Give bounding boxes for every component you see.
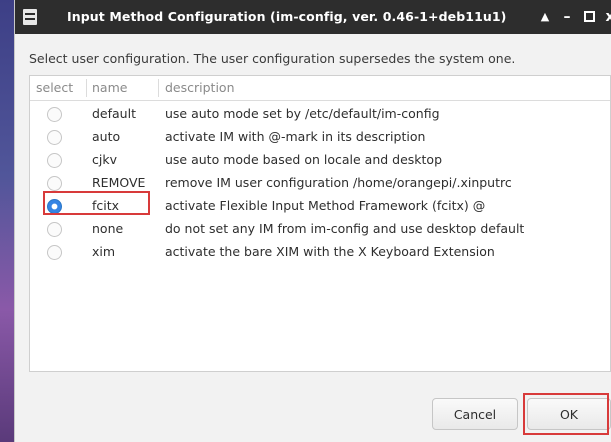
item-description: activate Flexible Input Method Framework…: [165, 198, 486, 213]
item-name: cjkv: [92, 152, 117, 167]
configuration-list[interactable]: select name description default use auto…: [29, 75, 611, 372]
highlight-annotation-fcitx: [43, 191, 150, 215]
window-title: Input Method Configuration (im-config, v…: [67, 9, 507, 24]
item-name: REMOVE: [92, 175, 146, 190]
radio-button[interactable]: [47, 176, 62, 191]
radio-button[interactable]: [47, 130, 62, 145]
highlight-annotation-ok: [523, 393, 609, 435]
minimize-icon[interactable]: –: [557, 7, 577, 27]
item-name: xim: [92, 244, 116, 259]
list-item-none[interactable]: none do not set any IM from im-config an…: [30, 218, 610, 241]
radio-button[interactable]: [47, 245, 62, 260]
list-item-cjkv[interactable]: cjkv use auto mode based on locale and d…: [30, 149, 610, 172]
radio-button[interactable]: [47, 107, 62, 122]
item-description: remove IM user configuration /home/orang…: [165, 175, 512, 190]
list-header: select name description: [30, 76, 610, 101]
column-header-select[interactable]: select: [36, 80, 73, 95]
app-menu-icon[interactable]: [23, 9, 37, 25]
list-item-xim[interactable]: xim activate the bare XIM with the X Key…: [30, 241, 610, 264]
close-icon[interactable]: x: [600, 7, 611, 27]
radio-button[interactable]: [47, 222, 62, 237]
item-name: default: [92, 106, 136, 121]
list-item-auto[interactable]: auto activate IM with @-mark in its desc…: [30, 126, 610, 149]
im-config-dialog: Input Method Configuration (im-config, v…: [14, 0, 611, 442]
item-description: do not set any IM from im-config and use…: [165, 221, 525, 236]
column-header-description[interactable]: description: [165, 80, 235, 95]
item-description: activate the bare XIM with the X Keyboar…: [165, 244, 495, 259]
item-name: none: [92, 221, 124, 236]
column-divider: [86, 79, 87, 97]
maximize-icon[interactable]: [579, 7, 599, 27]
cancel-button[interactable]: Cancel: [432, 398, 518, 430]
column-divider: [158, 79, 159, 97]
instruction-text: Select user configuration. The user conf…: [29, 51, 516, 66]
radio-button[interactable]: [47, 153, 62, 168]
item-name: auto: [92, 129, 121, 144]
list-item-default[interactable]: default use auto mode set by /etc/defaul…: [30, 103, 610, 126]
item-description: activate IM with @-mark in its descripti…: [165, 129, 426, 144]
title-bar[interactable]: Input Method Configuration (im-config, v…: [15, 0, 611, 34]
item-description: use auto mode based on locale and deskto…: [165, 152, 443, 167]
column-header-name[interactable]: name: [92, 80, 127, 95]
desktop-background: [0, 0, 14, 442]
keep-above-icon[interactable]: ▲: [535, 7, 555, 27]
item-description: use auto mode set by /etc/default/im-con…: [165, 106, 440, 121]
